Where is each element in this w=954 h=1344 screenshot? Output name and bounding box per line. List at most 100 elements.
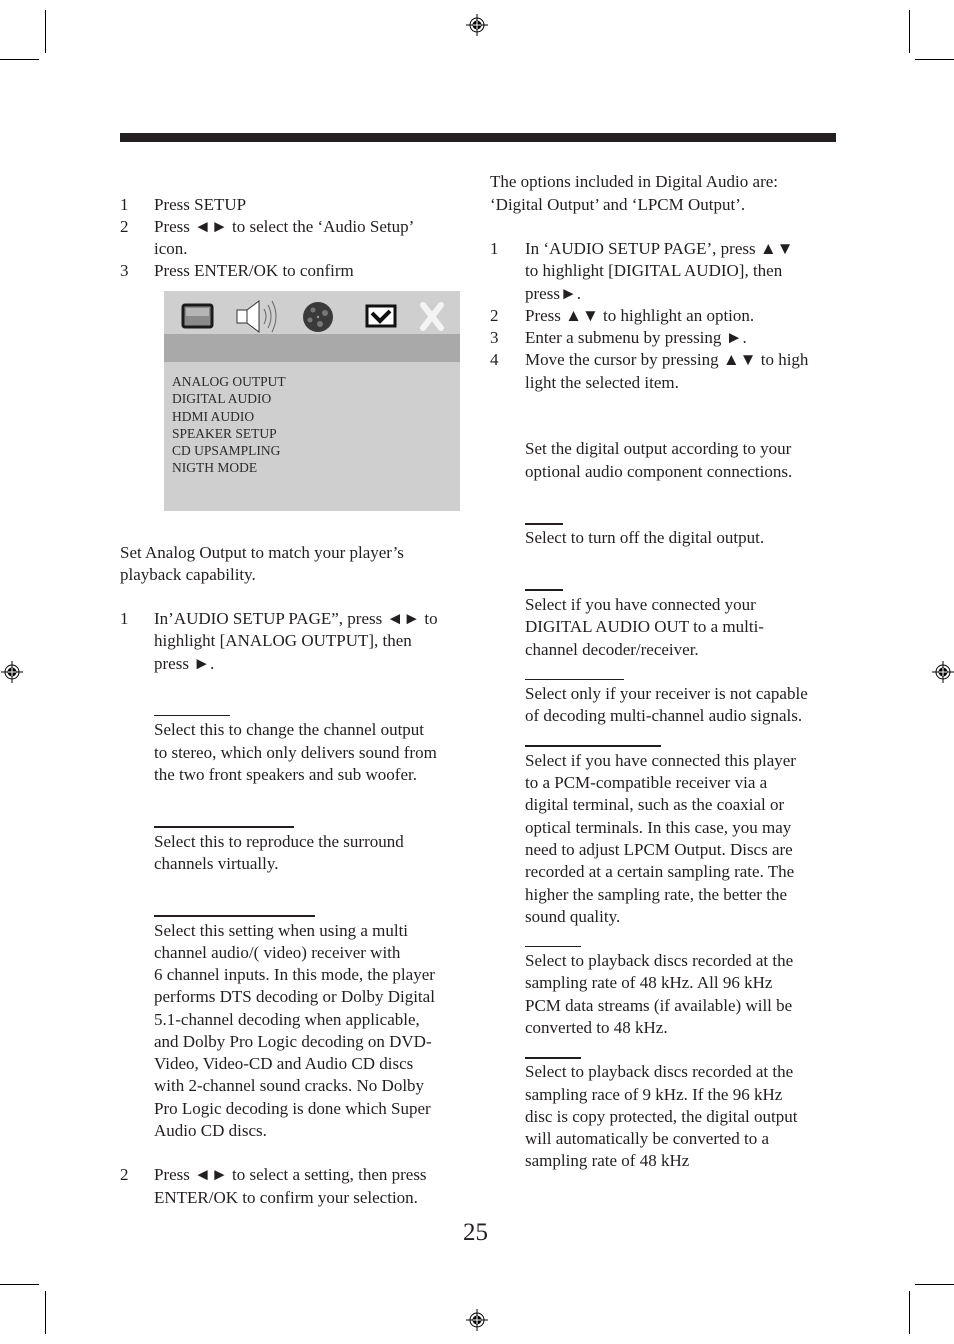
paragraph-line: digital terminal, such as the coaxial or [525, 795, 785, 814]
page-number: 25 [463, 1219, 488, 1246]
paragraph-line: the two front speakers and sub woofer. [154, 765, 417, 784]
paragraph-line: PCM data streams (if available) will be [525, 996, 793, 1015]
paragraph-line: channel audio/( video) receiver with [154, 943, 401, 962]
paragraph-line: to stereo, which only delivers sound fro… [154, 743, 437, 762]
heading-rule [525, 679, 624, 680]
paragraph-line: DIGITAL AUDIO OUT to a multi- [525, 617, 764, 636]
paragraph-line: of decoding multi-channel audio signals. [525, 706, 803, 725]
paragraph-line: Pro Logic decoding is done which Super [154, 1099, 431, 1118]
osd-highlight-bar [164, 334, 460, 362]
registration-mark-icon [1, 661, 23, 683]
paragraph-line: Set Analog Output to match your player’s [120, 543, 404, 562]
paragraph-line: Select if you have connected this player [525, 751, 796, 770]
disc-reel-icon [303, 302, 333, 332]
paragraph-line: 6 channel inputs. In this mode, the play… [154, 965, 435, 984]
crop-mark [45, 1291, 46, 1334]
osd-menu-item: NIGTH MODE [172, 460, 258, 476]
osd-menu-item: HDMI AUDIO [172, 408, 255, 424]
heading-rule [525, 946, 581, 947]
heading-rule [154, 715, 230, 716]
step-text: Enter a submenu by pressing ►. [525, 328, 747, 347]
paragraph-line: Select to turn off the digital output. [525, 528, 765, 547]
step-number: 1 [490, 239, 499, 258]
step-number: 3 [120, 261, 129, 280]
step-text: Press ▲▼ to highlight an option. [525, 306, 755, 325]
step-text: press►. [525, 284, 582, 303]
step-text: icon. [154, 239, 188, 258]
step-number: 2 [120, 217, 129, 236]
step-text: press ►. [154, 654, 215, 673]
paragraph-line: channel decoder/receiver. [525, 640, 699, 659]
paragraph-line: sampling rate of 48 kHz. All 96 kHz [525, 973, 773, 992]
crop-mark [0, 1284, 39, 1285]
paragraph-line: ‘Digital Output’ and ‘LPCM Output’. [490, 195, 746, 214]
paragraph-line: to a PCM-compatible receiver via a [525, 773, 768, 792]
paragraph-line: channels virtually. [154, 854, 279, 873]
paragraph-line: optical terminals. In this case, you may [525, 818, 792, 837]
paragraph-line: performs DTS decoding or Dolby Digital [154, 987, 435, 1006]
paragraph-line: sampling race of 9 kHz. If the 96 kHz [525, 1085, 783, 1104]
paragraph-line: disc is copy protected, the digital outp… [525, 1107, 798, 1126]
checkbox-icon [365, 304, 397, 328]
paragraph-line: recorded at a certain sampling rate. The [525, 862, 795, 881]
paragraph-line: 5.1-channel decoding when applicable, [154, 1010, 420, 1029]
paragraph-line: need to adjust LPCM Output. Discs are [525, 840, 793, 859]
paragraph-line: Audio CD discs. [154, 1121, 267, 1140]
paragraph-line: Select this to change the channel output [154, 720, 425, 739]
step-text: Move the cursor by pressing ▲▼ to high [525, 350, 809, 369]
paragraph-line: sampling rate of 48 kHz [525, 1151, 690, 1170]
step-text: Press ◄► to select a setting, then press [154, 1165, 427, 1184]
step-number: 3 [490, 328, 499, 347]
registration-mark-icon [466, 14, 488, 36]
tv-screen-icon [181, 303, 214, 329]
paragraph-line: Select if you have connected your [525, 595, 756, 614]
paragraph-line: Select to playback discs recorded at the [525, 1062, 794, 1081]
paragraph-line: Select this to reproduce the surround [154, 832, 404, 851]
osd-menu-item: CD UPSAMPLING [172, 443, 281, 459]
heading-rule [525, 589, 563, 591]
osd-menu-item: ANALOG OUTPUT [172, 374, 286, 389]
paragraph-line: Select only if your receiver is not capa… [525, 684, 808, 703]
paragraph-line: sound quality. [525, 907, 621, 926]
speaker-icon [236, 300, 277, 333]
step-text: Press ◄► to select the ‘Audio Setup’ [154, 217, 415, 236]
paragraph-line: converted to 48 kHz. [525, 1018, 668, 1037]
crop-mark [909, 10, 910, 53]
crop-mark [0, 59, 39, 60]
step-text: to highlight [DIGITAL AUDIO], then [525, 261, 783, 280]
heading-rule [154, 915, 315, 917]
paragraph-line: Set the digital output according to your [525, 439, 792, 458]
heading-rule [154, 826, 294, 828]
step-text: Press ENTER/OK to confirm [154, 261, 354, 280]
osd-menu-item: DIGITAL AUDIO [172, 391, 272, 407]
crop-mark [915, 1284, 954, 1285]
step-text: highlight [ANALOG OUTPUT], then [154, 631, 412, 650]
step-number: 4 [490, 350, 499, 369]
paragraph-line: optional audio component connections. [525, 462, 793, 481]
paragraph-line: Select this setting when using a multi [154, 921, 409, 940]
step-text: In’AUDIO SETUP PAGE”, press ◄► to [154, 609, 438, 628]
osd-icon-bar [181, 300, 444, 333]
crop-mark [909, 1291, 910, 1334]
step-number: 1 [120, 609, 129, 628]
heading-rule [525, 523, 563, 525]
paragraph-line: will automatically be converted to a [525, 1129, 770, 1148]
step-number: 2 [120, 1165, 129, 1184]
registration-mark-icon [932, 661, 954, 683]
paragraph-line: playback capability. [120, 565, 256, 584]
paragraph-line: higher the sampling rate, the better the [525, 885, 787, 904]
close-icon [420, 302, 444, 331]
step-text: In ‘AUDIO SETUP PAGE’, press ▲▼ [525, 239, 794, 258]
heading-rule [525, 1057, 581, 1059]
paragraph-line: The options included in Digital Audio ar… [490, 172, 779, 191]
registration-mark-icon [466, 1309, 488, 1331]
osd-menu-item: SPEAKER SETUP [172, 425, 277, 441]
step-number: 2 [490, 306, 499, 325]
osd-menu-list: ANALOG OUTPUT DIGITAL AUDIO HDMI AUDIO S… [172, 373, 286, 477]
step-text: ENTER/OK to confirm your selection. [154, 1188, 418, 1207]
heading-rule [525, 745, 661, 747]
osd-setup-menu-screenshot: ANALOG OUTPUT DIGITAL AUDIO HDMI AUDIO S… [164, 291, 460, 511]
paragraph-line: Video, Video-CD and Audio CD discs [154, 1054, 414, 1073]
step-text: light the selected item. [525, 373, 679, 392]
step-number: 1 [120, 195, 129, 214]
